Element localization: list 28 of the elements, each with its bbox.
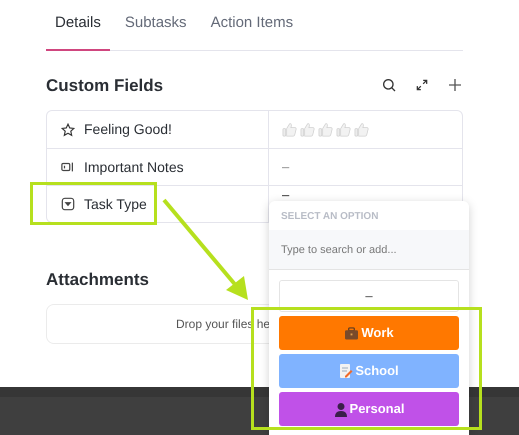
expand-icon[interactable] bbox=[415, 78, 429, 92]
field-label: Task Type bbox=[84, 194, 147, 214]
memo-icon bbox=[339, 363, 354, 379]
search-icon[interactable] bbox=[381, 77, 397, 94]
thumbs-up-icon[interactable] bbox=[282, 122, 297, 137]
person-icon bbox=[334, 402, 348, 416]
option-button[interactable]: – bbox=[279, 280, 459, 312]
tab[interactable]: Action Items bbox=[202, 10, 302, 50]
star-icon bbox=[61, 122, 75, 136]
section-title: Custom Fields bbox=[46, 74, 164, 96]
briefcase-icon bbox=[344, 326, 360, 340]
add-icon[interactable] bbox=[447, 77, 463, 94]
option-button[interactable]: Personal bbox=[279, 392, 459, 426]
thumbs-up-icon[interactable] bbox=[336, 122, 351, 137]
thumbs-up-icon[interactable] bbox=[300, 122, 315, 137]
field-label: Feeling Good! bbox=[84, 120, 172, 139]
thumbs-up-icon[interactable] bbox=[318, 122, 333, 137]
section-title: Attachments bbox=[46, 269, 150, 291]
search-field[interactable]: Type to search or add... bbox=[269, 230, 469, 270]
dropdown-header: SELECT AN OPTION bbox=[280, 210, 380, 224]
tab[interactable]: Details bbox=[46, 10, 110, 50]
dropdown-icon bbox=[61, 197, 75, 211]
field-value[interactable]: – bbox=[282, 188, 290, 202]
thumbs-up-icon[interactable] bbox=[354, 122, 369, 137]
notes-icon bbox=[61, 160, 75, 174]
field-value[interactable]: – bbox=[282, 158, 290, 176]
field-label: Important Notes bbox=[84, 158, 184, 177]
tab[interactable]: Subtasks bbox=[116, 10, 196, 50]
